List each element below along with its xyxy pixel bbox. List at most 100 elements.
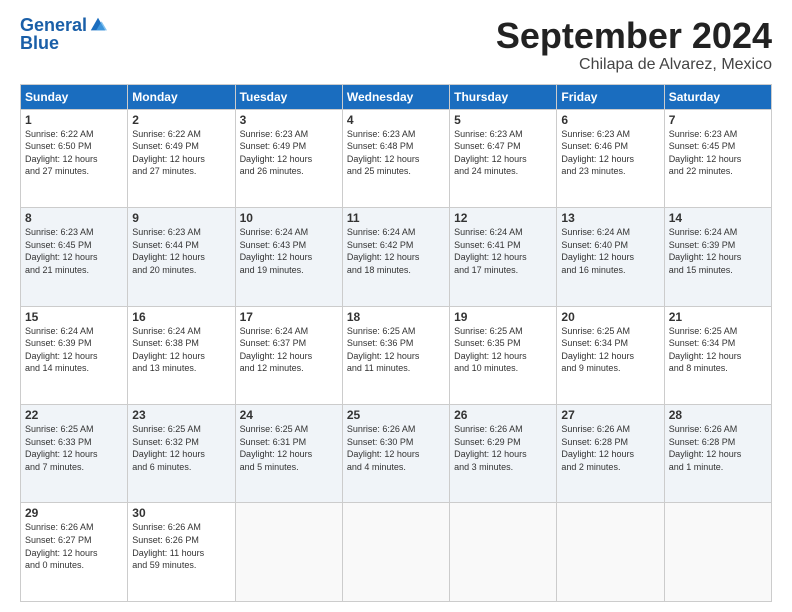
calendar-cell [664,503,771,602]
day-info: Sunrise: 6:25 AMSunset: 6:32 PMDaylight:… [132,423,230,473]
day-number: 2 [132,113,230,127]
day-info: Sunrise: 6:23 AMSunset: 6:46 PMDaylight:… [561,128,659,178]
day-number: 30 [132,506,230,520]
calendar-cell [342,503,449,602]
calendar-cell: 8Sunrise: 6:23 AMSunset: 6:45 PMDaylight… [21,208,128,306]
day-number: 17 [240,310,338,324]
day-info: Sunrise: 6:24 AMSunset: 6:41 PMDaylight:… [454,226,552,276]
calendar-cell: 22Sunrise: 6:25 AMSunset: 6:33 PMDayligh… [21,405,128,503]
calendar-row-4: 29Sunrise: 6:26 AMSunset: 6:27 PMDayligh… [21,503,772,602]
calendar-cell: 4Sunrise: 6:23 AMSunset: 6:48 PMDaylight… [342,109,449,207]
calendar-cell: 7Sunrise: 6:23 AMSunset: 6:45 PMDaylight… [664,109,771,207]
calendar-cell: 1Sunrise: 6:22 AMSunset: 6:50 PMDaylight… [21,109,128,207]
day-number: 24 [240,408,338,422]
day-number: 1 [25,113,123,127]
day-info: Sunrise: 6:23 AMSunset: 6:47 PMDaylight:… [454,128,552,178]
day-number: 11 [347,211,445,225]
day-info: Sunrise: 6:26 AMSunset: 6:27 PMDaylight:… [25,521,123,571]
calendar-cell: 30Sunrise: 6:26 AMSunset: 6:26 PMDayligh… [128,503,235,602]
header-row: Sunday Monday Tuesday Wednesday Thursday… [21,84,772,109]
calendar-cell: 20Sunrise: 6:25 AMSunset: 6:34 PMDayligh… [557,306,664,404]
day-number: 12 [454,211,552,225]
th-tuesday: Tuesday [235,84,342,109]
day-number: 5 [454,113,552,127]
day-info: Sunrise: 6:24 AMSunset: 6:39 PMDaylight:… [25,325,123,375]
th-thursday: Thursday [450,84,557,109]
calendar-cell: 2Sunrise: 6:22 AMSunset: 6:49 PMDaylight… [128,109,235,207]
calendar-row-1: 8Sunrise: 6:23 AMSunset: 6:45 PMDaylight… [21,208,772,306]
day-info: Sunrise: 6:25 AMSunset: 6:34 PMDaylight:… [669,325,767,375]
day-number: 22 [25,408,123,422]
calendar-cell: 25Sunrise: 6:26 AMSunset: 6:30 PMDayligh… [342,405,449,503]
day-number: 21 [669,310,767,324]
calendar-cell: 9Sunrise: 6:23 AMSunset: 6:44 PMDaylight… [128,208,235,306]
day-info: Sunrise: 6:26 AMSunset: 6:28 PMDaylight:… [669,423,767,473]
calendar-cell: 14Sunrise: 6:24 AMSunset: 6:39 PMDayligh… [664,208,771,306]
calendar-cell: 13Sunrise: 6:24 AMSunset: 6:40 PMDayligh… [557,208,664,306]
title-block: September 2024 Chilapa de Alvarez, Mexic… [496,16,772,74]
day-info: Sunrise: 6:22 AMSunset: 6:49 PMDaylight:… [132,128,230,178]
day-info: Sunrise: 6:26 AMSunset: 6:26 PMDaylight:… [132,521,230,571]
calendar-cell: 18Sunrise: 6:25 AMSunset: 6:36 PMDayligh… [342,306,449,404]
header: General Blue September 2024 Chilapa de A… [20,16,772,74]
day-number: 16 [132,310,230,324]
calendar-cell: 6Sunrise: 6:23 AMSunset: 6:46 PMDaylight… [557,109,664,207]
day-info: Sunrise: 6:24 AMSunset: 6:43 PMDaylight:… [240,226,338,276]
month-title: September 2024 [496,16,772,56]
day-number: 6 [561,113,659,127]
calendar-cell: 26Sunrise: 6:26 AMSunset: 6:29 PMDayligh… [450,405,557,503]
calendar-cell: 12Sunrise: 6:24 AMSunset: 6:41 PMDayligh… [450,208,557,306]
calendar-cell: 17Sunrise: 6:24 AMSunset: 6:37 PMDayligh… [235,306,342,404]
day-number: 8 [25,211,123,225]
day-info: Sunrise: 6:23 AMSunset: 6:45 PMDaylight:… [25,226,123,276]
day-number: 23 [132,408,230,422]
calendar-cell [450,503,557,602]
th-sunday: Sunday [21,84,128,109]
calendar-cell: 19Sunrise: 6:25 AMSunset: 6:35 PMDayligh… [450,306,557,404]
calendar-cell: 10Sunrise: 6:24 AMSunset: 6:43 PMDayligh… [235,208,342,306]
day-number: 18 [347,310,445,324]
day-number: 10 [240,211,338,225]
day-info: Sunrise: 6:25 AMSunset: 6:36 PMDaylight:… [347,325,445,375]
day-number: 3 [240,113,338,127]
th-saturday: Saturday [664,84,771,109]
calendar-table: Sunday Monday Tuesday Wednesday Thursday… [20,84,772,602]
day-info: Sunrise: 6:22 AMSunset: 6:50 PMDaylight:… [25,128,123,178]
calendar-cell: 3Sunrise: 6:23 AMSunset: 6:49 PMDaylight… [235,109,342,207]
logo-icon [89,16,107,34]
day-info: Sunrise: 6:25 AMSunset: 6:33 PMDaylight:… [25,423,123,473]
day-number: 20 [561,310,659,324]
page: General Blue September 2024 Chilapa de A… [0,0,792,612]
day-info: Sunrise: 6:26 AMSunset: 6:30 PMDaylight:… [347,423,445,473]
day-number: 28 [669,408,767,422]
day-number: 13 [561,211,659,225]
calendar-cell: 27Sunrise: 6:26 AMSunset: 6:28 PMDayligh… [557,405,664,503]
day-number: 19 [454,310,552,324]
logo-line2: Blue [20,34,107,54]
day-number: 27 [561,408,659,422]
day-number: 29 [25,506,123,520]
calendar-row-2: 15Sunrise: 6:24 AMSunset: 6:39 PMDayligh… [21,306,772,404]
day-number: 26 [454,408,552,422]
day-info: Sunrise: 6:24 AMSunset: 6:39 PMDaylight:… [669,226,767,276]
th-monday: Monday [128,84,235,109]
calendar-cell: 11Sunrise: 6:24 AMSunset: 6:42 PMDayligh… [342,208,449,306]
location: Chilapa de Alvarez, Mexico [496,56,772,74]
day-info: Sunrise: 6:25 AMSunset: 6:31 PMDaylight:… [240,423,338,473]
day-info: Sunrise: 6:24 AMSunset: 6:40 PMDaylight:… [561,226,659,276]
day-number: 15 [25,310,123,324]
day-number: 25 [347,408,445,422]
calendar-cell: 16Sunrise: 6:24 AMSunset: 6:38 PMDayligh… [128,306,235,404]
calendar-cell: 29Sunrise: 6:26 AMSunset: 6:27 PMDayligh… [21,503,128,602]
day-number: 7 [669,113,767,127]
calendar-cell: 5Sunrise: 6:23 AMSunset: 6:47 PMDaylight… [450,109,557,207]
calendar-row-0: 1Sunrise: 6:22 AMSunset: 6:50 PMDaylight… [21,109,772,207]
calendar-cell [235,503,342,602]
th-wednesday: Wednesday [342,84,449,109]
day-info: Sunrise: 6:23 AMSunset: 6:49 PMDaylight:… [240,128,338,178]
day-info: Sunrise: 6:23 AMSunset: 6:44 PMDaylight:… [132,226,230,276]
calendar-cell: 15Sunrise: 6:24 AMSunset: 6:39 PMDayligh… [21,306,128,404]
day-info: Sunrise: 6:23 AMSunset: 6:48 PMDaylight:… [347,128,445,178]
calendar-cell: 21Sunrise: 6:25 AMSunset: 6:34 PMDayligh… [664,306,771,404]
calendar-row-3: 22Sunrise: 6:25 AMSunset: 6:33 PMDayligh… [21,405,772,503]
